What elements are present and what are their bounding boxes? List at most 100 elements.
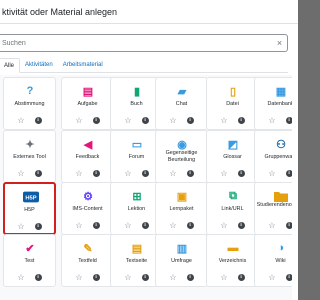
activity-tile[interactable]: ▦ Datenbank ☆ i [254,77,292,130]
activity-tile[interactable]: ⚇Gruppenwahl☆i [254,130,292,183]
tile-actions: ☆ i [4,273,55,282]
info-icon[interactable]: i [186,274,194,281]
activity-tile[interactable]: ▣ Lernpaket ☆ i [155,182,208,235]
activity-tile[interactable]: ✔ Test ☆ i [3,234,56,287]
link-icon: ⧉ [229,189,237,202]
star-icon[interactable]: ☆ [17,116,24,125]
lesson-icon: ⊞ [132,190,142,203]
activity-tile[interactable]: ◀ Feedback ☆ i [61,130,114,183]
tile-actions: ☆ i [207,169,258,178]
ims-package-icon: ⚙ [83,190,93,203]
star-icon[interactable]: ☆ [75,116,82,125]
info-icon[interactable]: i [141,170,149,177]
info-icon[interactable]: i [34,170,42,177]
tile-actions: ☆ i [62,169,113,178]
star-icon[interactable]: ☆ [75,273,82,282]
star-icon[interactable]: ☆ [17,169,24,178]
activity-label: Chat [175,101,188,107]
star-icon[interactable]: ☆ [124,169,131,178]
info-icon[interactable]: i [285,274,292,281]
info-icon[interactable]: i [92,170,100,177]
star-icon[interactable]: ☆ [220,116,227,125]
info-icon[interactable]: i [186,170,194,177]
info-icon[interactable]: i [285,222,292,229]
star-icon[interactable]: ☆ [268,273,275,282]
activity-tile[interactable]: ◑ Wiki ☆ i [254,234,292,287]
activity-tile[interactable]: ▥ Umfrage ☆ i [155,234,208,287]
activity-tile[interactable]: ▬ Verzeichnis ☆ i [206,234,259,287]
tile-actions: ☆ i [4,116,55,125]
info-icon[interactable]: i [186,117,194,124]
star-icon[interactable]: ☆ [17,222,24,231]
page-icon: ▤ [131,242,143,255]
info-icon[interactable]: i [34,117,42,124]
info-icon[interactable]: i [237,274,245,281]
activity-tile[interactable]: ✎ Textfeld ☆ i [61,234,114,287]
info-icon[interactable]: i [141,222,149,229]
star-icon[interactable]: ☆ [17,273,24,282]
activity-tile[interactable]: ▰ Chat ☆ i [155,77,208,130]
activity-label: Aufgabe [77,101,98,107]
scorm-package-icon: ▣ [176,190,188,203]
tile-actions: ☆ i [207,273,258,282]
activity-label: H5P [24,207,35,213]
tab-arbeitsmaterial[interactable]: Arbeitsmaterial [58,58,108,73]
svg-text:H5P: H5P [25,196,36,202]
star-icon[interactable]: ☆ [169,273,176,282]
activity-label: Datenbank [267,101,292,107]
star-icon[interactable]: ☆ [220,169,227,178]
search-input[interactable] [2,39,262,47]
activity-tile[interactable]: ⚙ IMS-Content ☆ i [61,182,114,235]
info-icon[interactable]: i [92,117,100,124]
star-icon[interactable]: ☆ [124,116,131,125]
activity-label: Studierendenordner [256,202,292,208]
tile-actions: ☆ i [62,273,113,282]
activity-label: Gruppenwahl [264,154,292,160]
star-icon[interactable]: ☆ [169,221,176,230]
activity-label: Abstimmung [14,101,45,107]
info-icon[interactable]: i [141,274,149,281]
info-icon[interactable]: i [141,117,149,124]
star-icon[interactable]: ☆ [169,116,176,125]
star-icon[interactable]: ☆ [268,221,275,230]
info-icon[interactable]: i [34,274,42,281]
forum-icon: ▭ [131,138,143,151]
tile-actions: ☆ i [156,169,207,178]
tile-actions: ☆ i [5,222,54,231]
info-icon[interactable]: i [92,222,100,229]
activity-tile[interactable]: ✦ Externes Tool ☆ i [3,130,56,183]
activity-label: Textfeld [78,258,97,264]
tab-alle[interactable]: Alle [0,58,21,73]
star-icon[interactable]: ☆ [124,221,131,230]
activity-tile[interactable]: Studierendenordner ☆ i [254,182,292,235]
info-icon[interactable]: i [237,170,245,177]
activity-tile[interactable]: ? Abstimmung ☆ i [3,77,56,130]
search-box: × [0,34,288,52]
star-icon[interactable]: ☆ [75,169,82,178]
star-icon[interactable]: ☆ [169,169,176,178]
info-icon[interactable]: i [186,222,194,229]
activity-tile[interactable]: ▤ Aufgabe ☆ i [61,77,114,130]
star-icon[interactable]: ☆ [220,273,227,282]
clear-search-icon[interactable]: × [274,38,285,49]
info-icon[interactable]: i [285,170,292,177]
info-icon[interactable]: i [237,222,245,229]
info-icon[interactable]: i [285,117,292,124]
tile-actions: ☆ i [255,273,292,282]
star-icon[interactable]: ☆ [220,221,227,230]
tab-aktivitäten[interactable]: Aktivitäten [20,58,58,73]
info-icon[interactable]: i [92,274,100,281]
info-icon[interactable]: i [237,117,245,124]
activity-tile[interactable]: H5P H5P ☆ i [3,182,56,235]
activity-tile[interactable]: ◉ Gegenseitige Beurteilung ☆ i [155,130,208,183]
star-icon[interactable]: ☆ [268,116,275,125]
activity-tile[interactable]: ⧉ Link/URL ☆ i [206,182,259,235]
tile-actions: ☆ i [4,169,55,178]
info-icon[interactable]: i [34,223,42,230]
activity-label: Link/URL [221,206,244,212]
activity-tile[interactable]: ▯ Datei ☆ i [206,77,259,130]
star-icon[interactable]: ☆ [124,273,131,282]
activity-tile[interactable]: ◩ Glossar ☆ i [206,130,259,183]
star-icon[interactable]: ☆ [268,169,275,178]
star-icon[interactable]: ☆ [75,221,82,230]
